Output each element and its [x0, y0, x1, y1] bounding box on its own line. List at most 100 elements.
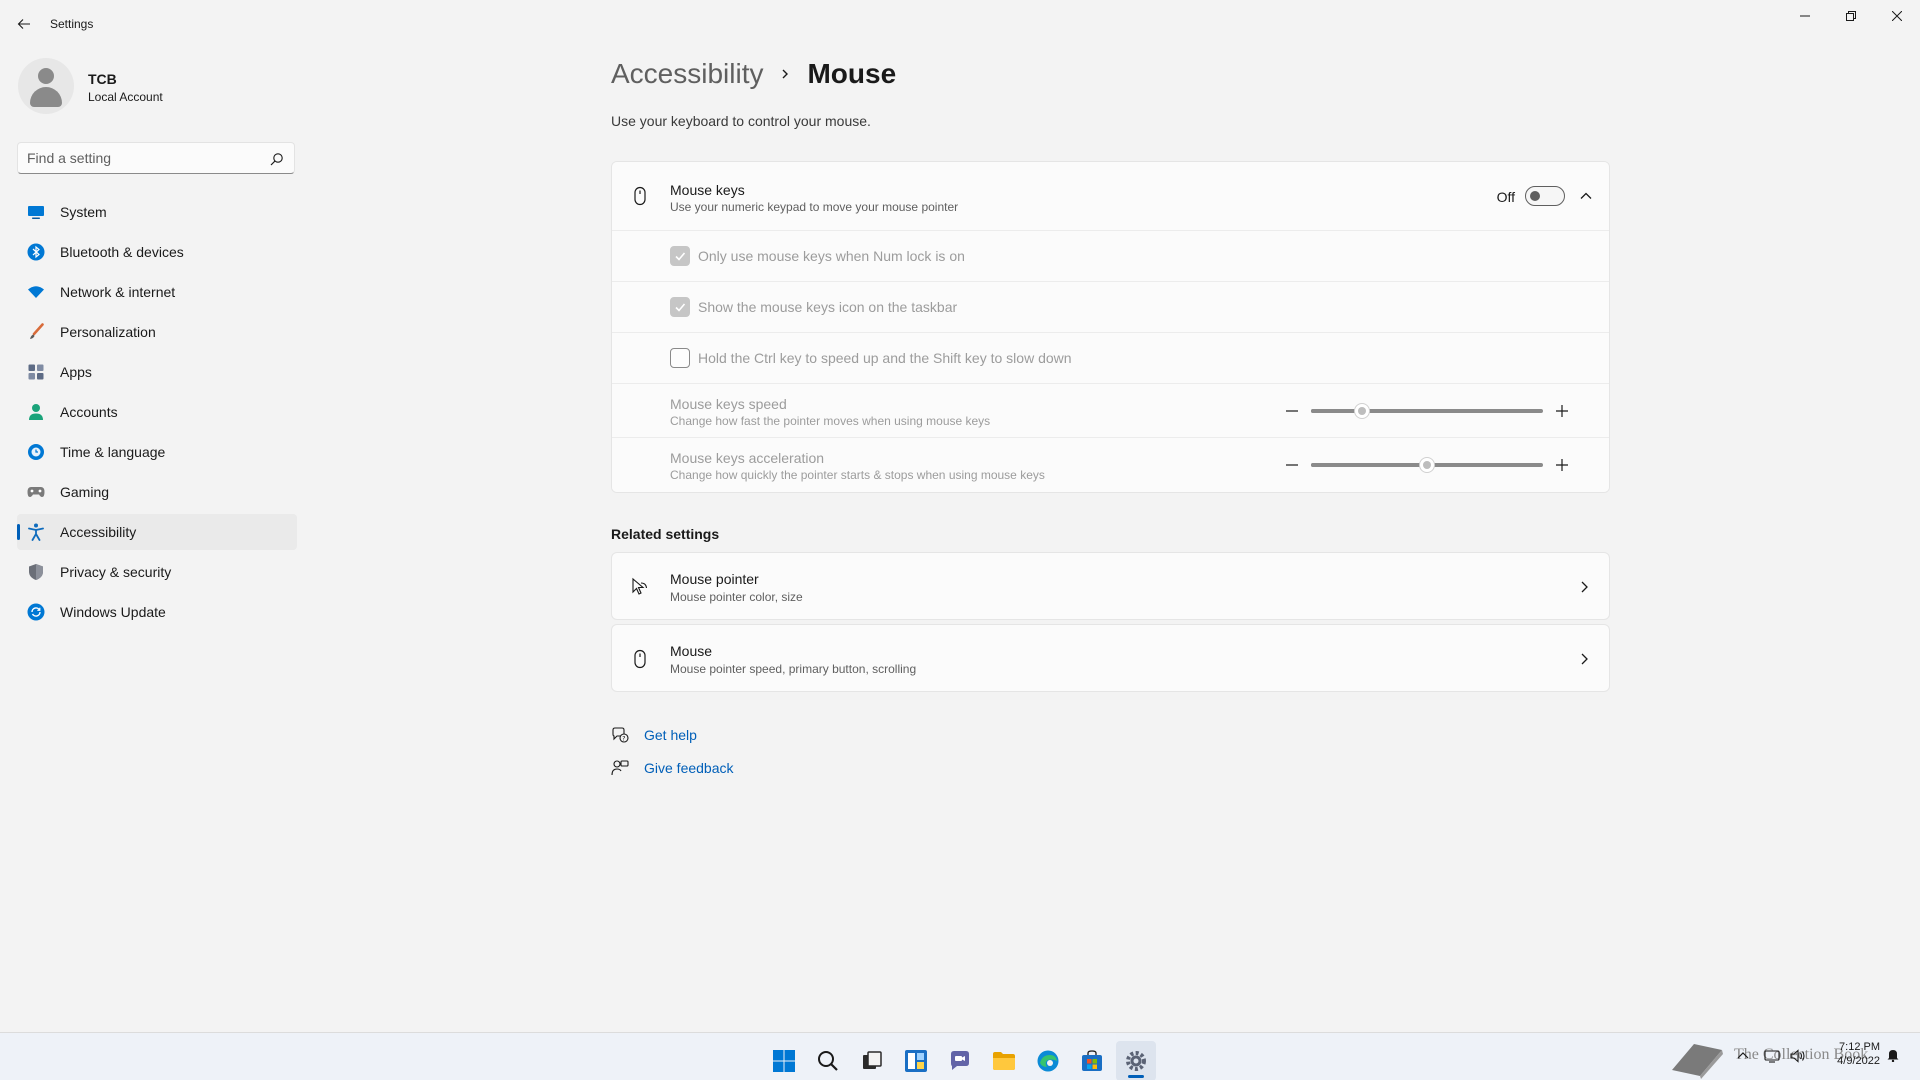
- chevron-up-icon[interactable]: [1579, 189, 1593, 203]
- sidebar-item-gaming[interactable]: Gaming: [17, 474, 297, 510]
- related-settings-heading: Related settings: [611, 526, 720, 542]
- sidebar-item-label: Accounts: [60, 404, 118, 420]
- sidebar-item-accessibility[interactable]: Accessibility: [17, 514, 297, 550]
- give-feedback-link[interactable]: Give feedback: [611, 758, 734, 778]
- get-help-link[interactable]: ? Get help: [611, 725, 697, 745]
- start-icon: [773, 1050, 795, 1072]
- toggle-state-label: Off: [1496, 189, 1515, 205]
- plus-icon[interactable]: [1555, 404, 1569, 418]
- link-label: Give feedback: [644, 760, 734, 776]
- option-row-ctrl-shift[interactable]: Hold the Ctrl key to speed up and the Sh…: [612, 333, 1609, 384]
- minus-icon[interactable]: [1285, 404, 1299, 418]
- minus-icon[interactable]: [1285, 458, 1299, 472]
- clock[interactable]: 7:12 PM 4/9/2022: [1820, 1040, 1880, 1068]
- settings-window: Settings TCB Local Account System Blueto…: [0, 0, 1920, 1032]
- sidebar-item-label: Gaming: [60, 484, 110, 500]
- mouse-keys-card: Mouse keys Use your numeric keypad to mo…: [611, 161, 1610, 493]
- checkbox-label: Only use mouse keys when Num lock is on: [698, 248, 965, 264]
- mouse-link[interactable]: Mouse Mouse pointer speed, primary butto…: [611, 624, 1610, 692]
- settings-taskbar-button[interactable]: [1116, 1041, 1156, 1080]
- apps-icon: [28, 364, 44, 380]
- profile-name: TCB: [88, 71, 117, 87]
- mouse-keys-subtitle: Use your numeric keypad to move your mou…: [670, 200, 959, 214]
- sidebar-item-label: System: [60, 204, 107, 220]
- restore-icon: [1846, 11, 1856, 21]
- sidebar-nav: System Bluetooth & devices Network & int…: [17, 194, 297, 634]
- sidebar-item-system[interactable]: System: [17, 194, 297, 230]
- search-box[interactable]: [17, 142, 295, 174]
- widgets-button[interactable]: [896, 1041, 936, 1080]
- file-explorer-button[interactable]: [984, 1041, 1024, 1080]
- mouse-keys-toggle[interactable]: [1525, 186, 1565, 206]
- active-indicator: [17, 524, 20, 540]
- acceleration-slider[interactable]: [1311, 457, 1543, 473]
- taskbar-icon-checkbox[interactable]: [670, 297, 690, 317]
- search-input[interactable]: [27, 148, 257, 168]
- minimize-icon: [1800, 15, 1810, 17]
- sidebar-item-privacy[interactable]: Privacy & security: [17, 554, 297, 590]
- chevron-right-icon: [1581, 581, 1588, 593]
- edge-button[interactable]: [1028, 1041, 1068, 1080]
- link-subtitle: Mouse pointer speed, primary button, scr…: [670, 662, 917, 676]
- mouse-keys-row[interactable]: Mouse keys Use your numeric keypad to mo…: [612, 162, 1609, 231]
- sidebar-item-bluetooth[interactable]: Bluetooth & devices: [17, 234, 297, 270]
- restore-button[interactable]: [1828, 0, 1874, 32]
- widgets-icon: [905, 1050, 927, 1072]
- chevron-up-icon[interactable]: [1736, 1049, 1750, 1063]
- back-arrow-icon: [17, 19, 30, 29]
- start-button[interactable]: [764, 1041, 804, 1080]
- svg-text:?: ?: [622, 735, 625, 742]
- slider-row-acceleration: Mouse keys acceleration Change how quick…: [612, 438, 1609, 492]
- sidebar-item-label: Bluetooth & devices: [60, 244, 184, 260]
- numlock-checkbox[interactable]: [670, 246, 690, 266]
- slider-thumb[interactable]: [1419, 457, 1435, 473]
- option-row-taskbar-icon[interactable]: Show the mouse keys icon on the taskbar: [612, 282, 1609, 333]
- mouse-pointer-link[interactable]: Mouse pointer Mouse pointer color, size: [611, 552, 1610, 620]
- sidebar-item-accounts[interactable]: Accounts: [17, 394, 297, 430]
- taskbar-search-button[interactable]: [808, 1041, 848, 1080]
- checkbox-label: Show the mouse keys icon on the taskbar: [698, 299, 958, 315]
- update-icon: [27, 603, 45, 621]
- help-icon: ?: [612, 727, 629, 743]
- user-profile[interactable]: TCB Local Account: [18, 58, 298, 114]
- network-icon[interactable]: [1764, 1048, 1780, 1064]
- profile-account-type: Local Account: [88, 90, 163, 104]
- link-label: Get help: [644, 727, 697, 743]
- feedback-icon: [611, 760, 629, 776]
- active-app-indicator: [1128, 1075, 1144, 1078]
- sidebar-item-personalization[interactable]: Personalization: [17, 314, 297, 350]
- notification-icon[interactable]: [1886, 1048, 1900, 1062]
- chevron-right-icon: [782, 69, 789, 79]
- minimize-button[interactable]: [1782, 0, 1828, 32]
- ctrl-shift-checkbox[interactable]: [670, 348, 690, 368]
- sidebar-item-label: Network & internet: [60, 284, 176, 300]
- sidebar-item-label: Accessibility: [60, 524, 137, 540]
- bluetooth-icon: [27, 243, 45, 261]
- checkbox-label: Hold the Ctrl key to speed up and the Sh…: [698, 350, 1072, 366]
- chat-button[interactable]: [940, 1041, 980, 1080]
- task-view-button[interactable]: [852, 1041, 892, 1080]
- sidebar-item-label: Windows Update: [60, 604, 166, 620]
- task-view-icon: [863, 1051, 882, 1069]
- sidebar-item-network[interactable]: Network & internet: [17, 274, 297, 310]
- sidebar-item-time-language[interactable]: Time & language: [17, 434, 297, 470]
- chat-icon: [951, 1051, 969, 1070]
- speed-slider[interactable]: [1311, 403, 1543, 419]
- sidebar-item-windows-update[interactable]: Windows Update: [17, 594, 297, 630]
- volume-icon[interactable]: [1790, 1048, 1806, 1064]
- person-icon: [29, 404, 43, 420]
- slider-thumb[interactable]: [1354, 403, 1371, 419]
- store-button[interactable]: [1072, 1041, 1112, 1080]
- option-row-numlock[interactable]: Only use mouse keys when Num lock is on: [612, 231, 1609, 282]
- settings-icon: [1126, 1051, 1146, 1071]
- sidebar-item-label: Apps: [60, 364, 92, 380]
- slider-subtitle: Change how fast the pointer moves when u…: [670, 414, 991, 428]
- chevron-right-icon: [1581, 653, 1588, 665]
- sidebar-item-apps[interactable]: Apps: [17, 354, 297, 390]
- plus-icon[interactable]: [1555, 458, 1569, 472]
- back-button[interactable]: [12, 12, 36, 36]
- search-icon[interactable]: [270, 152, 284, 166]
- sidebar-item-label: Personalization: [60, 324, 156, 340]
- breadcrumb-parent-link[interactable]: Accessibility: [611, 58, 763, 90]
- close-button[interactable]: [1874, 0, 1920, 32]
